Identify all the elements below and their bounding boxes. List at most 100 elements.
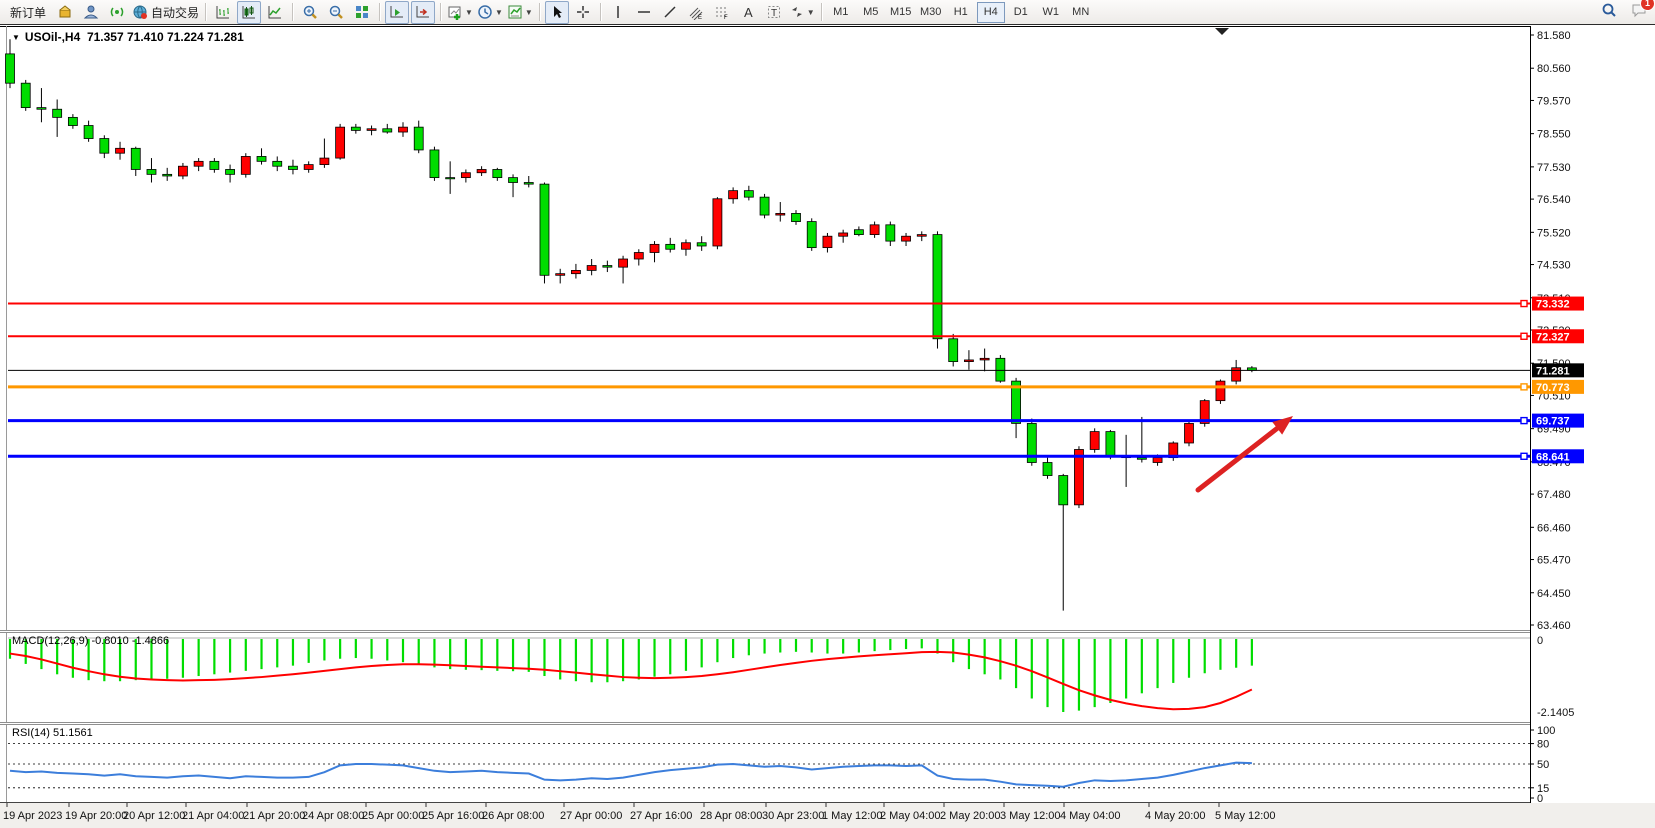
arrows-icon[interactable]: ▼ — [788, 1, 816, 24]
cursor-glyph — [549, 4, 565, 20]
dropdown-arrow-icon[interactable]: ▼ — [465, 8, 473, 17]
toolbar-separator — [600, 3, 601, 21]
timeframe-button-h4[interactable]: H4 — [977, 2, 1005, 23]
text-icon[interactable]: A — [736, 1, 760, 24]
rsi-scale-label: 50 — [1537, 759, 1549, 771]
price-tick-label: 67.480 — [1537, 489, 1571, 501]
periods-icon[interactable]: ▼ — [476, 1, 504, 24]
line-chart-icon[interactable] — [263, 1, 287, 24]
candle-body-down — [131, 148, 140, 169]
candle-body-up — [1216, 381, 1225, 401]
zoom-in-icon[interactable] — [298, 1, 322, 24]
price-tag-72.327-text: 72.327 — [1536, 331, 1570, 343]
candle-body-down — [430, 150, 439, 178]
equidistant-channel-icon[interactable]: E — [684, 1, 708, 24]
arrows-glyph — [789, 4, 805, 20]
symbol-dropdown-icon[interactable]: ▼ — [12, 33, 20, 42]
crosshair-icon[interactable] — [571, 1, 595, 24]
fibonacci-icon[interactable]: F — [710, 1, 734, 24]
candle-body-up — [178, 166, 187, 176]
time-tick-label: 21 Apr 04:00 — [182, 810, 244, 822]
candlestick-icon[interactable] — [237, 1, 261, 24]
chart-header: ▼USOil-,H4 71.357 71.410 71.224 71.281 — [12, 30, 244, 44]
time-tick-label: 1 May 12:00 — [822, 810, 883, 822]
candle-body-up — [823, 236, 832, 247]
chart-shift-icon[interactable] — [411, 1, 435, 24]
price-tick-label: 81.580 — [1537, 30, 1571, 42]
price-tick-label: 76.540 — [1537, 194, 1571, 206]
autotrade-button[interactable]: 自动交易 — [131, 1, 200, 24]
candle-body-down — [697, 243, 706, 246]
search-icon[interactable] — [1601, 2, 1617, 23]
chart-ohlc-values: 71.357 71.410 71.224 71.281 — [87, 30, 244, 44]
vertical-line-icon[interactable] — [606, 1, 630, 24]
time-tick-label: 27 Apr 00:00 — [560, 810, 622, 822]
timeframe-button-mn[interactable]: MN — [1067, 2, 1095, 23]
candle-body-up — [870, 225, 879, 235]
dropdown-arrow-icon[interactable]: ▼ — [807, 8, 815, 17]
price-tick-label: 63.460 — [1537, 620, 1571, 632]
candle-body-down — [1106, 432, 1115, 456]
autotrade-button-label: 自动交易 — [151, 4, 199, 21]
timeframe-button-m30[interactable]: M30 — [917, 2, 945, 23]
zoom-out-icon[interactable] — [324, 1, 348, 24]
time-tick-label: 19 Apr 2023 — [3, 810, 62, 822]
toolbar-separator — [821, 3, 822, 21]
chat-icon[interactable]: 1 — [1631, 2, 1647, 23]
chart-canvas[interactable]: 81.58080.56079.57078.55077.53076.54075.5… — [0, 26, 1655, 828]
candle-body-down — [854, 230, 863, 235]
line-handle[interactable] — [1521, 301, 1527, 307]
svg-text:T: T — [771, 8, 777, 19]
timeframe-button-w1[interactable]: W1 — [1037, 2, 1065, 23]
toolbar-separator — [379, 3, 380, 21]
rsi-scale-label: 100 — [1537, 725, 1555, 737]
candle-body-up — [571, 270, 580, 273]
new-order-button[interactable]: 新订单 — [5, 1, 51, 24]
toolbar-separator — [205, 3, 206, 21]
price-tick-label: 64.450 — [1537, 588, 1571, 600]
price-tick-label: 77.530 — [1537, 162, 1571, 174]
trendline-icon[interactable] — [658, 1, 682, 24]
toolbar: 新订单 自动交易 ▼ ▼ ▼ EFA T ▼ M1M5M15M30H1H4D1W1MN 1 — [0, 0, 1655, 25]
time-tick-label: 25 Apr 00:00 — [362, 810, 424, 822]
line-handle[interactable] — [1521, 418, 1527, 424]
account-icon[interactable] — [79, 1, 103, 24]
candle-body-down — [1043, 463, 1052, 476]
templates-icon[interactable]: ▼ — [506, 1, 534, 24]
bar-chart-icon[interactable] — [211, 1, 235, 24]
tile-windows-icon[interactable] — [350, 1, 374, 24]
time-tick-label: 27 Apr 16:00 — [630, 810, 692, 822]
timeframe-button-m15[interactable]: M15 — [887, 2, 915, 23]
cursor-icon[interactable] — [545, 1, 569, 24]
candle-body-down — [210, 161, 219, 169]
new-chart-icon[interactable]: ▼ — [446, 1, 474, 24]
line-handle[interactable] — [1521, 333, 1527, 339]
horizontal-line-icon[interactable] — [632, 1, 656, 24]
candle-body-up — [681, 243, 690, 250]
price-tick-label: 66.460 — [1537, 522, 1571, 534]
timeframe-button-h1[interactable]: H1 — [947, 2, 975, 23]
shift-glyph — [415, 4, 431, 20]
signals-icon[interactable] — [105, 1, 129, 24]
candle-body-down — [37, 108, 46, 110]
svg-text:A: A — [744, 5, 753, 20]
candle-body-up — [839, 233, 848, 236]
label-icon[interactable]: T — [762, 1, 786, 24]
time-tick-label: 3 May 12:00 — [1000, 810, 1061, 822]
addchart-glyph — [447, 4, 463, 20]
line-handle[interactable] — [1521, 453, 1527, 459]
timeframe-button-m1[interactable]: M1 — [827, 2, 855, 23]
dropdown-arrow-icon[interactable]: ▼ — [525, 8, 533, 17]
dropdown-arrow-icon[interactable]: ▼ — [495, 8, 503, 17]
line-handle[interactable] — [1521, 384, 1527, 390]
candle-body-up — [194, 161, 203, 166]
timeframe-button-d1[interactable]: D1 — [1007, 2, 1035, 23]
candle-body-up — [1090, 432, 1099, 450]
candle-body-up — [634, 253, 643, 260]
timeframe-button-m5[interactable]: M5 — [857, 2, 885, 23]
price-tag-68.641-text: 68.641 — [1536, 451, 1570, 463]
candle-body-down — [933, 235, 942, 339]
package-icon[interactable] — [53, 1, 77, 24]
candle-body-up — [917, 235, 926, 237]
auto-scroll-icon[interactable] — [385, 1, 409, 24]
